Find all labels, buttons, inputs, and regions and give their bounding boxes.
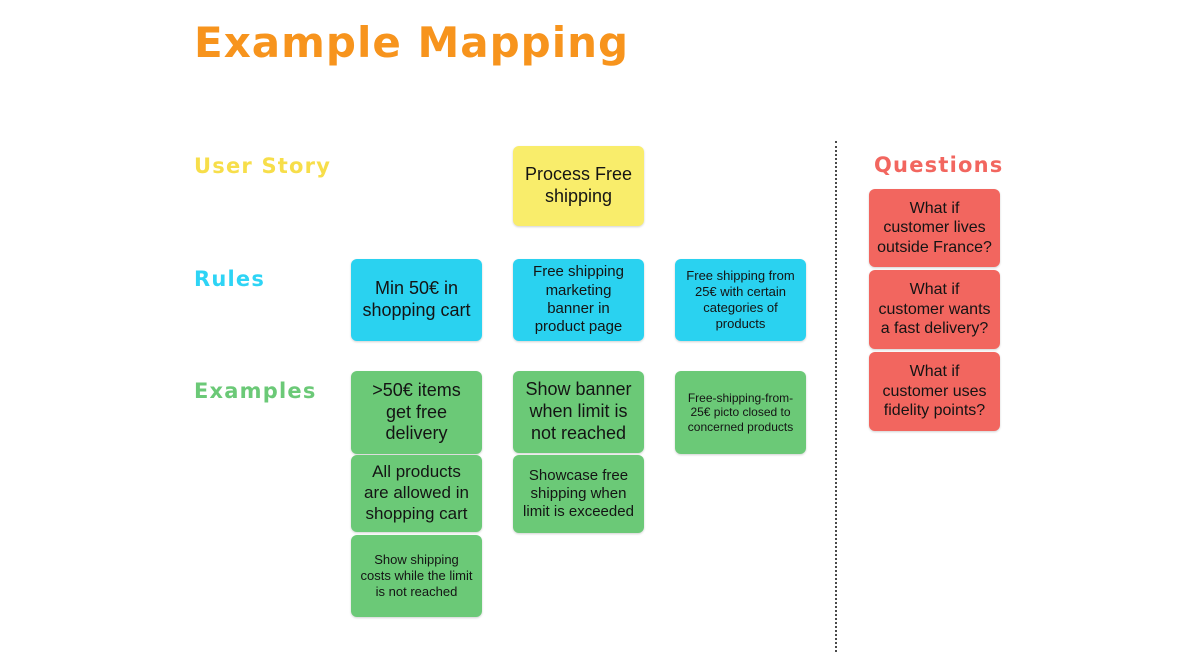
question-card-2[interactable]: What if customer wants a fast delivery? [869, 270, 1000, 349]
example-card-col1-2[interactable]: All products are allowed in shopping car… [351, 455, 482, 532]
vertical-dotted-divider [835, 141, 837, 652]
question-card-1[interactable]: What if customer lives outside France? [869, 189, 1000, 267]
page-title: Example Mapping [194, 18, 630, 67]
rule-card-1[interactable]: Min 50€ in shopping cart [351, 259, 482, 341]
question-card-3[interactable]: What if customer uses fidelity points? [869, 352, 1000, 431]
user-story-card[interactable]: Process Free shipping [513, 146, 644, 226]
row-label-user-story: User Story [194, 154, 332, 178]
rule-card-3[interactable]: Free shipping from 25€ with certain cate… [675, 259, 806, 341]
section-label-questions: Questions [874, 153, 1004, 177]
example-card-col3-1[interactable]: Free-shipping-from-25€ picto closed to c… [675, 371, 806, 454]
example-card-col1-1[interactable]: >50€ items get free delivery [351, 371, 482, 454]
example-card-col2-1[interactable]: Show banner when limit is not reached [513, 371, 644, 453]
rule-card-2[interactable]: Free shipping marketing banner in produc… [513, 259, 644, 341]
row-label-rules: Rules [194, 267, 266, 291]
example-card-col2-2[interactable]: Showcase free shipping when limit is exc… [513, 455, 644, 533]
example-card-col1-3[interactable]: Show shipping costs while the limit is n… [351, 535, 482, 617]
row-label-examples: Examples [194, 379, 317, 403]
